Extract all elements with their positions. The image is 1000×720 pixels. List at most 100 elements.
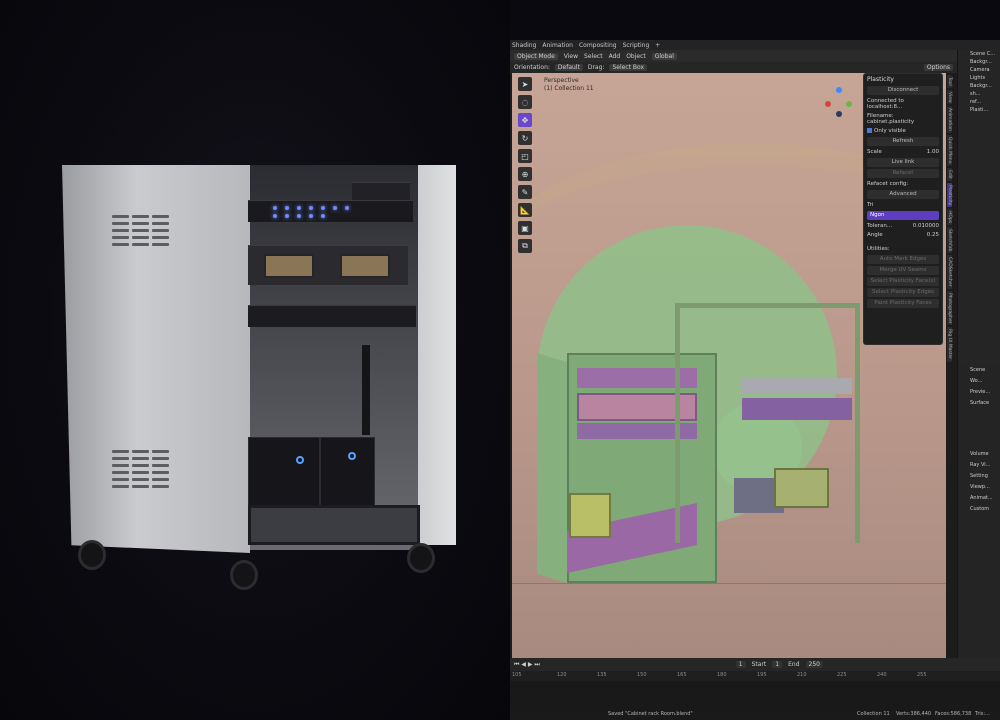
properties-section[interactable]: Surface: [958, 398, 1000, 409]
properties-section[interactable]: Animat...: [958, 493, 1000, 504]
properties-section[interactable]: Custom: [958, 504, 1000, 515]
outliner-item[interactable]: Plasti...: [958, 106, 1000, 114]
orientation-select[interactable]: Default: [554, 64, 583, 71]
side-tab-edit[interactable]: Edit: [947, 167, 952, 181]
scene-label[interactable]: Scene: [958, 365, 1000, 376]
only-visible-checkbox[interactable]: Only visible: [867, 128, 939, 134]
live-link-button[interactable]: Live link: [867, 158, 939, 167]
power-cable: [362, 345, 370, 435]
playback-controls[interactable]: ⏮ ◀ ▶ ⏭: [514, 661, 540, 669]
measure-tool-icon[interactable]: 📐: [518, 203, 532, 217]
menu-add[interactable]: Add: [609, 53, 621, 60]
move-tool-icon[interactable]: ✥: [518, 113, 532, 127]
start-frame-field[interactable]: 1: [772, 661, 783, 668]
outliner-item[interactable]: Scene C...: [958, 50, 1000, 58]
mode-select[interactable]: Object Mode: [514, 52, 558, 60]
frame-tick: 120: [557, 672, 567, 678]
properties-section[interactable]: Volume: [958, 449, 1000, 460]
disconnect-button[interactable]: Disconnect: [867, 86, 939, 95]
tab-compositing[interactable]: Compositing: [579, 42, 617, 49]
select-tool-icon[interactable]: ◌: [518, 95, 532, 109]
drag-select[interactable]: Select Box: [609, 64, 648, 71]
auto-mark-edges-button[interactable]: Auto Mark Edges: [867, 255, 939, 264]
floor-grid-line: [512, 583, 957, 584]
side-tab-sketchfab[interactable]: Sketchfab: [947, 227, 952, 254]
side-tab-photographer[interactable]: Photographer: [947, 290, 952, 326]
outliner-item[interactable]: Lights: [958, 74, 1000, 82]
side-tab-rig-ui[interactable]: Rig UI Master: [947, 327, 952, 362]
refacet-button[interactable]: Refacet: [867, 169, 939, 178]
side-tab-plasticity[interactable]: Plasticity: [947, 182, 952, 207]
merge-uv-seams-button[interactable]: Merge UV Seams: [867, 266, 939, 275]
scale-field[interactable]: Scale 1.00: [867, 149, 939, 155]
frame-tick: 105: [512, 672, 522, 678]
add-workspace-button[interactable]: +: [655, 42, 660, 49]
collection-stat: Collection 11: [857, 711, 890, 717]
add-cube-tool-icon[interactable]: ▣: [518, 221, 532, 235]
side-tab-quick-menu[interactable]: Quick Menu: [947, 135, 952, 166]
rack-model-shelf: [742, 398, 852, 420]
transform-orientation-select[interactable]: Global: [651, 52, 677, 60]
tab-shading[interactable]: Shading: [512, 42, 536, 49]
refresh-button[interactable]: Refresh: [867, 137, 939, 146]
angle-field[interactable]: Angle 0.25: [867, 232, 939, 238]
menu-view[interactable]: View: [564, 53, 578, 60]
extrude-tool-icon[interactable]: ⧉: [518, 239, 532, 253]
annotate-tool-icon[interactable]: ✎: [518, 185, 532, 199]
outliner-item[interactable]: sh...: [958, 90, 1000, 98]
options-dropdown[interactable]: Options: [923, 64, 953, 71]
n-panel-tabs: Tool View Animation Quick Menu Edit Plas…: [946, 73, 957, 658]
filename-label: Filename: cabinet.plasticity: [867, 113, 915, 125]
side-tab-hops[interactable]: HOps: [947, 208, 952, 225]
tool-settings-bar: Orientation: Default Drag: Select Box Op…: [510, 62, 957, 73]
current-frame-field[interactable]: 1: [735, 661, 746, 668]
outliner-item[interactable]: Backgr...: [958, 58, 1000, 66]
faces-stat: Faces:586,738: [935, 711, 972, 717]
properties-section[interactable]: Previe...: [958, 387, 1000, 398]
select-faces-button[interactable]: Select Plasticity Face(s): [867, 277, 939, 286]
outliner-item[interactable]: ref...: [958, 98, 1000, 106]
tri-option[interactable]: Tri: [867, 202, 939, 208]
ngon-option[interactable]: Ngon: [867, 211, 939, 220]
start-label: Start: [751, 661, 767, 668]
paint-faces-button[interactable]: Paint Plasticity Faces: [867, 299, 939, 308]
tolerance-field[interactable]: Toleran... 0.010000: [867, 223, 939, 229]
timeline-ruler[interactable]: 105 120 135 150 165 180 195 210 225 240 …: [510, 671, 1000, 681]
timeline-area[interactable]: [510, 681, 1000, 711]
rotate-tool-icon[interactable]: ↻: [518, 131, 532, 145]
frame-tick: 210: [797, 672, 807, 678]
end-frame-field[interactable]: 250: [805, 661, 823, 668]
outliner-item[interactable]: Camera: [958, 66, 1000, 74]
plasticity-panel: Plasticity Disconnect Connected to local…: [863, 73, 943, 345]
side-tab-animation[interactable]: Animation: [947, 106, 952, 134]
transform-tool-icon[interactable]: ⊕: [518, 167, 532, 181]
advanced-toggle[interactable]: Advanced: [867, 190, 939, 199]
bottom-tray: [248, 505, 420, 545]
tab-scripting[interactable]: Scripting: [623, 42, 650, 49]
properties-section[interactable]: Ray Vi...: [958, 460, 1000, 471]
cursor-tool-icon[interactable]: ➤: [518, 77, 532, 91]
drag-label: Drag:: [587, 64, 605, 71]
navigation-gizmo[interactable]: [822, 85, 856, 119]
scale-label: Scale: [867, 149, 882, 155]
menu-select[interactable]: Select: [584, 53, 603, 60]
outliner-item[interactable]: Backgr...: [958, 82, 1000, 90]
rack-model-ups: [774, 468, 829, 508]
frame-tick: 240: [877, 672, 887, 678]
tab-animation[interactable]: Animation: [542, 42, 573, 49]
workspace-tabs: Shading Animation Compositing Scripting …: [510, 40, 1000, 50]
properties-section[interactable]: Setting: [958, 471, 1000, 482]
side-tab-view[interactable]: View: [947, 89, 952, 105]
viewport-header: Object Mode View Select Add Object Globa…: [510, 50, 957, 62]
refacet-config-label: Refacet config:: [867, 181, 909, 187]
menu-object[interactable]: Object: [626, 53, 646, 60]
side-tab-tool[interactable]: Tool: [947, 75, 952, 88]
properties-section[interactable]: Viewp...: [958, 482, 1000, 493]
view-perspective-label: Perspective: [544, 77, 579, 84]
side-tab-cadsketcher[interactable]: CADSketcher: [947, 255, 952, 289]
scale-tool-icon[interactable]: ◰: [518, 149, 532, 163]
network-switch: [248, 200, 413, 222]
frame-tick: 195: [757, 672, 767, 678]
select-edges-button[interactable]: Select Plasticity Edges: [867, 288, 939, 297]
world-selector[interactable]: Wo...: [958, 376, 1000, 387]
